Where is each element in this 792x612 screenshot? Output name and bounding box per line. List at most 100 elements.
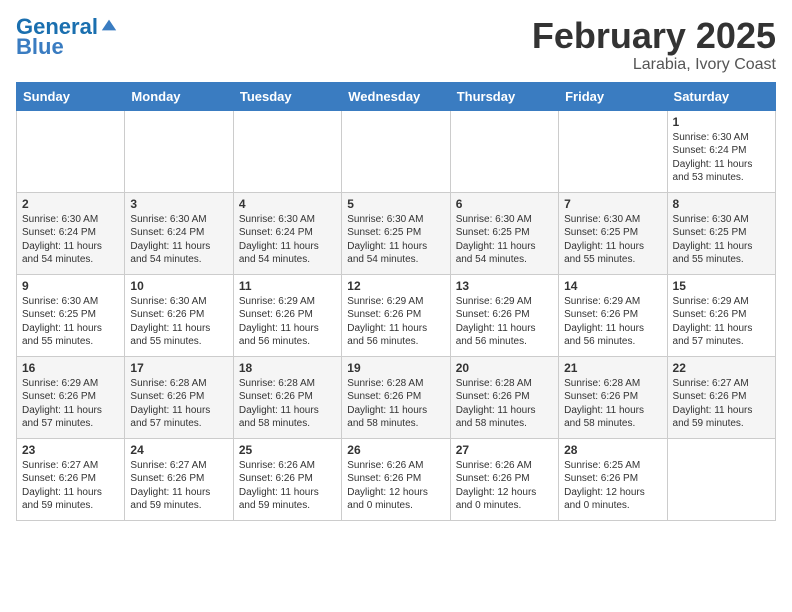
month-year: February 2025 <box>532 16 776 56</box>
day-info: Sunrise: 6:27 AM Sunset: 6:26 PM Dayligh… <box>130 459 227 513</box>
weekday-header-friday: Friday <box>559 82 667 110</box>
day-info: Sunrise: 6:25 AM Sunset: 6:26 PM Dayligh… <box>564 459 661 513</box>
day-number: 8 <box>673 197 770 211</box>
weekday-header-wednesday: Wednesday <box>342 82 450 110</box>
calendar-cell: 2 Sunrise: 6:30 AM Sunset: 6:24 PM Daylig… <box>17 192 125 274</box>
calendar-cell: 5 Sunrise: 6:30 AM Sunset: 6:25 PM Daylig… <box>342 192 450 274</box>
calendar-cell: 13 Sunrise: 6:29 AM Sunset: 6:26 PM Dayli… <box>450 274 558 356</box>
calendar-week-2: 2 Sunrise: 6:30 AM Sunset: 6:24 PM Daylig… <box>17 192 776 274</box>
day-number: 3 <box>130 197 227 211</box>
calendar-cell: 26 Sunrise: 6:26 AM Sunset: 6:26 PM Dayli… <box>342 438 450 520</box>
day-info: Sunrise: 6:29 AM Sunset: 6:26 PM Dayligh… <box>22 377 119 431</box>
calendar-cell: 12Sunrise: 6:29 AM Sunset: 6:26 PM Dayli… <box>342 274 450 356</box>
calendar-cell: 3Sunrise: 6:30 AM Sunset: 6:24 PM Daylig… <box>125 192 233 274</box>
day-number: 19 <box>347 361 444 375</box>
day-info: Sunrise: 6:30 AM Sunset: 6:25 PM Dayligh… <box>22 295 119 349</box>
weekday-header-sunday: Sunday <box>17 82 125 110</box>
day-info: Sunrise: 6:30 AM Sunset: 6:24 PM Dayligh… <box>22 213 119 267</box>
day-number: 28 <box>564 443 661 457</box>
calendar-cell: 4 Sunrise: 6:30 AM Sunset: 6:24 PM Daylig… <box>233 192 341 274</box>
title-block: February 2025 Larabia, Ivory Coast <box>532 16 776 74</box>
day-number: 6 <box>456 197 553 211</box>
page-header: General Blue February 2025 Larabia, Ivor… <box>16 16 776 74</box>
day-info: Sunrise: 6:28 AM Sunset: 6:26 PM Dayligh… <box>456 377 553 431</box>
day-info: Sunrise: 6:30 AM Sunset: 6:25 PM Dayligh… <box>564 213 661 267</box>
calendar-cell: 6 Sunrise: 6:30 AM Sunset: 6:25 PM Daylig… <box>450 192 558 274</box>
calendar-week-1: 1 Sunrise: 6:30 AM Sunset: 6:24 PM Daylig… <box>17 110 776 192</box>
day-number: 26 <box>347 443 444 457</box>
day-info: Sunrise: 6:30 AM Sunset: 6:24 PM Dayligh… <box>673 131 770 185</box>
weekday-header-thursday: Thursday <box>450 82 558 110</box>
day-info: Sunrise: 6:30 AM Sunset: 6:25 PM Dayligh… <box>673 213 770 267</box>
calendar-cell <box>17 110 125 192</box>
calendar-cell: 14 Sunrise: 6:29 AM Sunset: 6:26 PM Dayli… <box>559 274 667 356</box>
day-info: Sunrise: 6:30 AM Sunset: 6:25 PM Dayligh… <box>347 213 444 267</box>
day-info: Sunrise: 6:28 AM Sunset: 6:26 PM Dayligh… <box>347 377 444 431</box>
calendar-table: SundayMondayTuesdayWednesdayThursdayFrid… <box>16 82 776 521</box>
day-info: Sunrise: 6:29 AM Sunset: 6:26 PM Dayligh… <box>239 295 336 349</box>
calendar-cell: 10 Sunrise: 6:30 AM Sunset: 6:26 PM Dayli… <box>125 274 233 356</box>
day-info: Sunrise: 6:28 AM Sunset: 6:26 PM Dayligh… <box>564 377 661 431</box>
day-number: 10 <box>130 279 227 293</box>
day-number: 18 <box>239 361 336 375</box>
day-info: Sunrise: 6:27 AM Sunset: 6:26 PM Dayligh… <box>673 377 770 431</box>
logo: General Blue <box>16 16 118 60</box>
weekday-header-tuesday: Tuesday <box>233 82 341 110</box>
day-number: 4 <box>239 197 336 211</box>
day-info: Sunrise: 6:26 AM Sunset: 6:26 PM Dayligh… <box>239 459 336 513</box>
day-number: 21 <box>564 361 661 375</box>
calendar-week-4: 16 Sunrise: 6:29 AM Sunset: 6:26 PM Dayli… <box>17 356 776 438</box>
calendar-cell: 19 Sunrise: 6:28 AM Sunset: 6:26 PM Dayli… <box>342 356 450 438</box>
day-number: 27 <box>456 443 553 457</box>
day-info: Sunrise: 6:30 AM Sunset: 6:24 PM Dayligh… <box>239 213 336 267</box>
calendar-cell: 22 Sunrise: 6:27 AM Sunset: 6:26 PM Dayli… <box>667 356 775 438</box>
day-info: Sunrise: 6:29 AM Sunset: 6:26 PM Dayligh… <box>564 295 661 349</box>
calendar-cell: 11Sunrise: 6:29 AM Sunset: 6:26 PM Dayli… <box>233 274 341 356</box>
day-number: 1 <box>673 115 770 129</box>
day-number: 15 <box>673 279 770 293</box>
calendar-cell: 20 Sunrise: 6:28 AM Sunset: 6:26 PM Dayli… <box>450 356 558 438</box>
day-info: Sunrise: 6:29 AM Sunset: 6:26 PM Dayligh… <box>456 295 553 349</box>
calendar-cell: 18 Sunrise: 6:28 AM Sunset: 6:26 PM Dayli… <box>233 356 341 438</box>
day-info: Sunrise: 6:30 AM Sunset: 6:26 PM Dayligh… <box>130 295 227 349</box>
day-number: 24 <box>130 443 227 457</box>
calendar-cell: 25 Sunrise: 6:26 AM Sunset: 6:26 PM Dayli… <box>233 438 341 520</box>
day-number: 22 <box>673 361 770 375</box>
logo-icon <box>100 16 118 34</box>
calendar-cell: 9 Sunrise: 6:30 AM Sunset: 6:25 PM Daylig… <box>17 274 125 356</box>
day-info: Sunrise: 6:27 AM Sunset: 6:26 PM Dayligh… <box>22 459 119 513</box>
weekday-header-monday: Monday <box>125 82 233 110</box>
calendar-cell: 28 Sunrise: 6:25 AM Sunset: 6:26 PM Dayli… <box>559 438 667 520</box>
day-number: 5 <box>347 197 444 211</box>
day-info: Sunrise: 6:29 AM Sunset: 6:26 PM Dayligh… <box>673 295 770 349</box>
day-number: 7 <box>564 197 661 211</box>
day-info: Sunrise: 6:26 AM Sunset: 6:26 PM Dayligh… <box>456 459 553 513</box>
calendar-cell: 17 Sunrise: 6:28 AM Sunset: 6:26 PM Dayli… <box>125 356 233 438</box>
day-number: 23 <box>22 443 119 457</box>
weekday-header-saturday: Saturday <box>667 82 775 110</box>
calendar-header-row: SundayMondayTuesdayWednesdayThursdayFrid… <box>17 82 776 110</box>
calendar-cell <box>667 438 775 520</box>
calendar-cell: 24 Sunrise: 6:27 AM Sunset: 6:26 PM Dayli… <box>125 438 233 520</box>
day-number: 20 <box>456 361 553 375</box>
day-info: Sunrise: 6:28 AM Sunset: 6:26 PM Dayligh… <box>239 377 336 431</box>
calendar-week-5: 23 Sunrise: 6:27 AM Sunset: 6:26 PM Dayli… <box>17 438 776 520</box>
day-number: 25 <box>239 443 336 457</box>
calendar-cell: 27 Sunrise: 6:26 AM Sunset: 6:26 PM Dayli… <box>450 438 558 520</box>
calendar-cell: 21 Sunrise: 6:28 AM Sunset: 6:26 PM Dayli… <box>559 356 667 438</box>
day-number: 9 <box>22 279 119 293</box>
calendar-cell: 8 Sunrise: 6:30 AM Sunset: 6:25 PM Daylig… <box>667 192 775 274</box>
calendar-cell: 1 Sunrise: 6:30 AM Sunset: 6:24 PM Daylig… <box>667 110 775 192</box>
calendar-cell: 15 Sunrise: 6:29 AM Sunset: 6:26 PM Dayli… <box>667 274 775 356</box>
day-number: 17 <box>130 361 227 375</box>
calendar-week-3: 9 Sunrise: 6:30 AM Sunset: 6:25 PM Daylig… <box>17 274 776 356</box>
day-number: 2 <box>22 197 119 211</box>
day-info: Sunrise: 6:30 AM Sunset: 6:25 PM Dayligh… <box>456 213 553 267</box>
day-number: 16 <box>22 361 119 375</box>
day-info: Sunrise: 6:29 AM Sunset: 6:26 PM Dayligh… <box>347 295 444 349</box>
day-info: Sunrise: 6:26 AM Sunset: 6:26 PM Dayligh… <box>347 459 444 513</box>
day-number: 13 <box>456 279 553 293</box>
day-number: 14 <box>564 279 661 293</box>
calendar-cell <box>233 110 341 192</box>
day-info: Sunrise: 6:28 AM Sunset: 6:26 PM Dayligh… <box>130 377 227 431</box>
